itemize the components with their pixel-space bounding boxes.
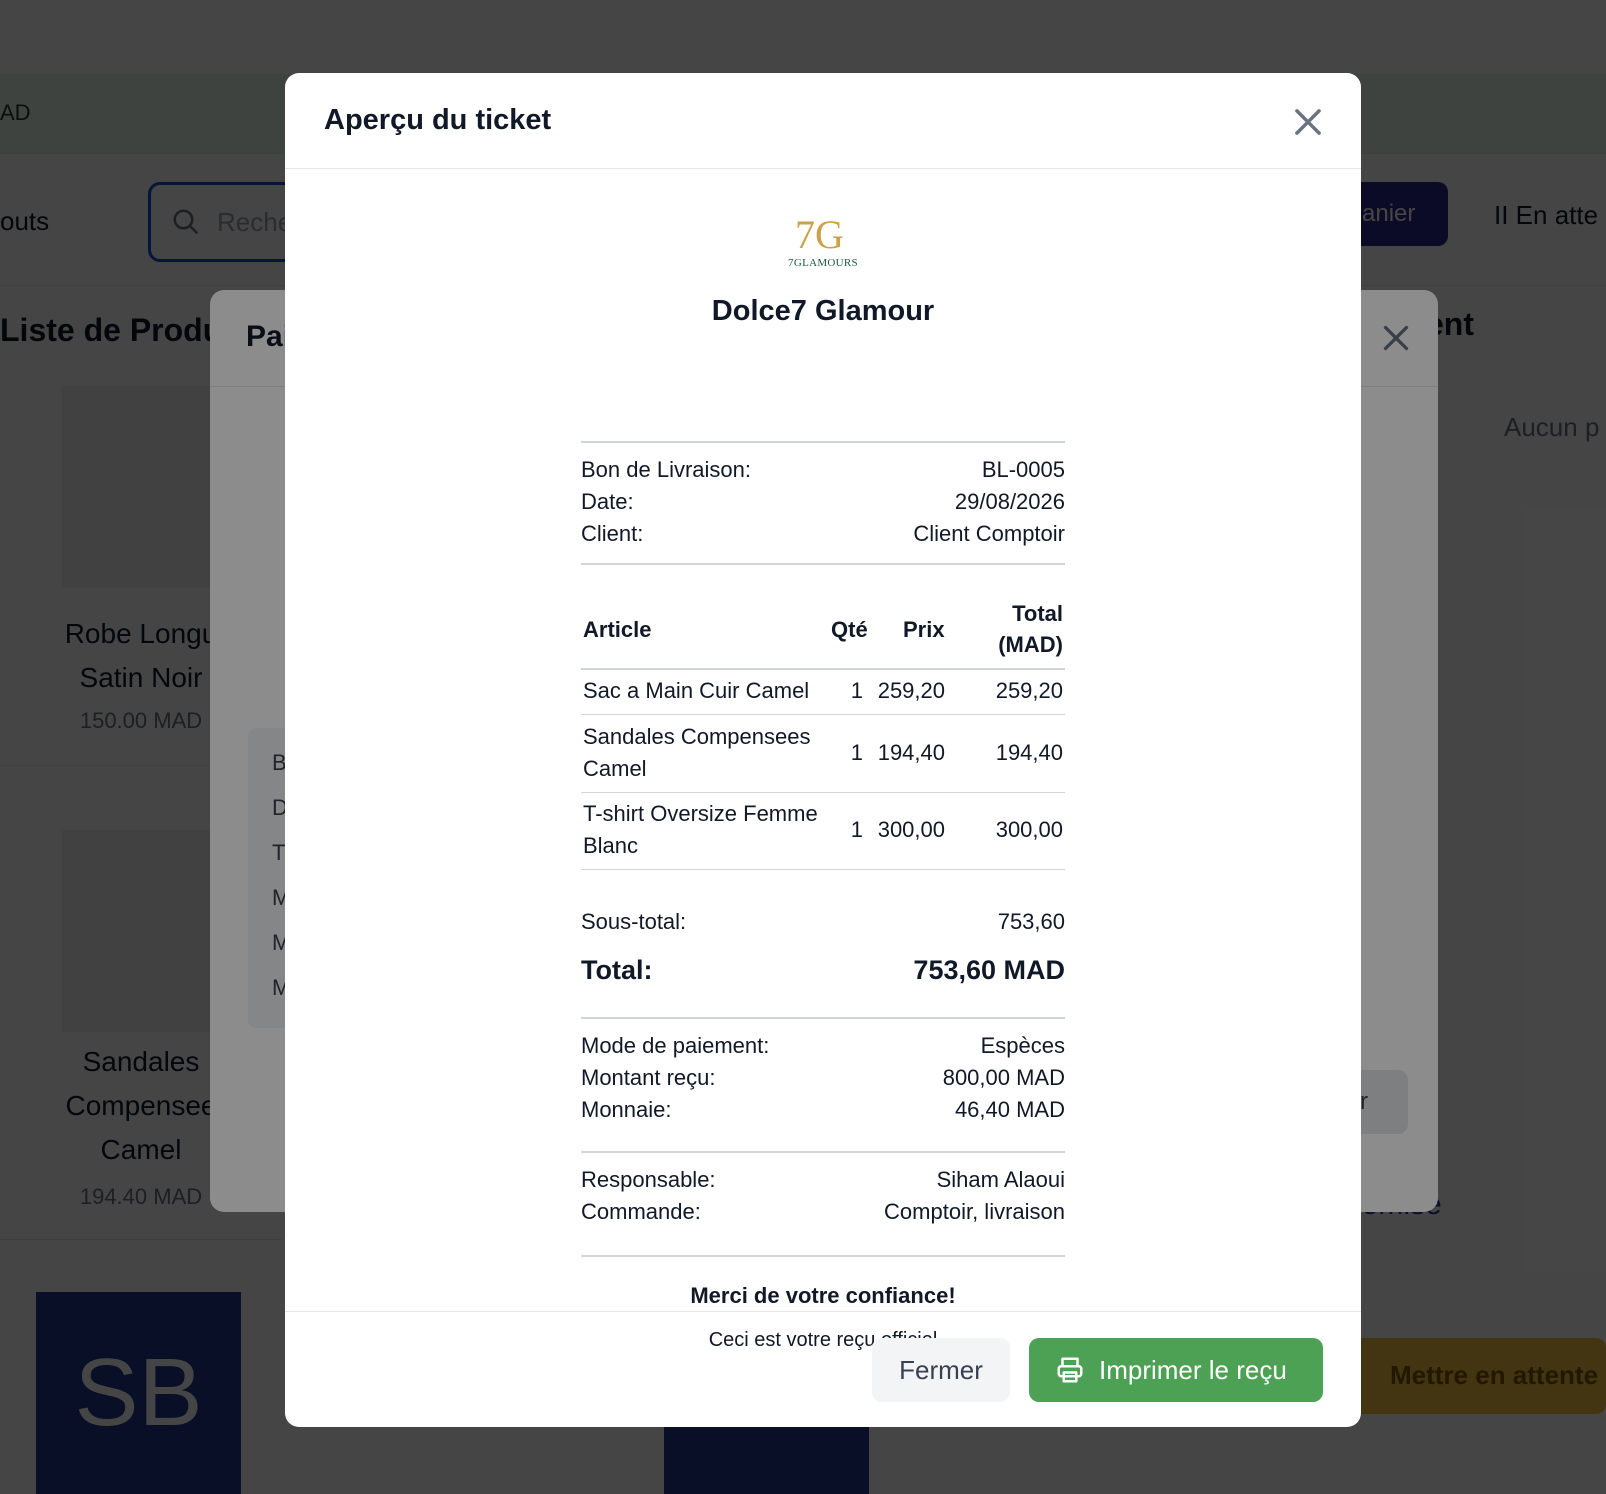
print-button-label: Imprimer le reçu	[1099, 1355, 1287, 1385]
receipt-info-row: Client: Client Comptoir	[581, 521, 1065, 546]
brand-logo: 7G 7GLAMOURS	[783, 213, 863, 273]
printer-icon	[1057, 1357, 1083, 1383]
thanks-message: Merci de votre confiance!	[690, 1283, 956, 1308]
modal-title: Aperçu du ticket	[324, 104, 552, 136]
divider	[581, 869, 1065, 870]
receipt-info-row: Date: 29/08/2026	[581, 489, 1065, 514]
receipt-info-row: Bon de Livraison: BL-0005	[581, 457, 1065, 482]
divider	[581, 668, 1065, 670]
payment-row: Mode de paiement: Espèces	[581, 1033, 1065, 1058]
divider	[581, 792, 1065, 793]
meta-row: Commande: Comptoir, livraison	[581, 1199, 1065, 1224]
close-icon[interactable]	[1289, 103, 1327, 141]
payment-row: Monnaie: 46,40 MAD	[581, 1097, 1065, 1122]
logo-text: 7GLAMOURS	[788, 257, 858, 269]
column-header-price: Prix	[903, 617, 945, 642]
modal-header: Aperçu du ticket	[285, 73, 1361, 169]
meta-row: Responsable: Siham Alaoui	[581, 1167, 1065, 1192]
payment-row: Montant reçu: 800,00 MAD	[581, 1065, 1065, 1090]
shop-name: Dolce7 Glamour	[711, 295, 935, 327]
column-header-total: Total (MAD)	[998, 601, 1063, 657]
ticket-preview-modal: Aperçu du ticket 7G 7GLAMOURS Dolce7 Gla…	[285, 73, 1361, 1427]
column-header-qty: Qté	[831, 617, 868, 642]
divider	[581, 1255, 1065, 1257]
logo-mark: 7G	[795, 212, 844, 257]
divider	[581, 441, 1065, 443]
divider	[581, 1151, 1065, 1153]
modal-footer: Fermer Imprimer le reçu	[285, 1311, 1361, 1427]
close-button[interactable]: Fermer	[872, 1338, 1010, 1402]
column-header-article: Article	[583, 617, 652, 642]
divider	[581, 1017, 1065, 1019]
divider	[581, 714, 1065, 715]
divider	[581, 563, 1065, 565]
subtotal-row: Sous-total: 753,60	[581, 909, 1065, 934]
print-receipt-button[interactable]: Imprimer le reçu	[1029, 1338, 1323, 1402]
